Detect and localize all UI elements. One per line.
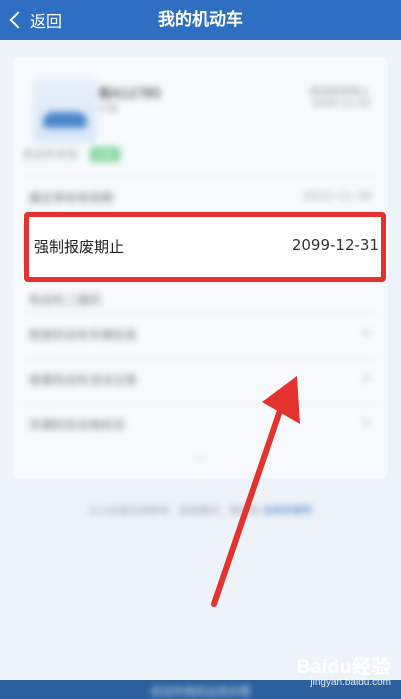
back-button[interactable]: 返回: [8, 0, 62, 40]
watermark-logo: Baidu经验: [296, 657, 391, 678]
row-label: 核查机动车车辆信息: [29, 328, 138, 342]
vehicle-type: 小型: [98, 104, 118, 115]
car-icon: [33, 78, 97, 142]
row-label: 最近审验有效期: [29, 191, 114, 205]
notice-text: 以上信息仅供参考，如有疑问，请咨询 当地车管所: [0, 502, 401, 517]
info-row-violations[interactable]: 查看机动车违法记录 >: [23, 358, 378, 399]
notice-body: 以上信息仅供参考，如有疑问，请咨询: [88, 506, 259, 517]
scrap-deadline-value: 2099-12-31: [291, 236, 379, 254]
chevron-right-icon: >: [361, 371, 372, 385]
row-label: 查看机动车违法记录: [29, 373, 138, 387]
info-row-inspection-mark[interactable]: 车辆检验合格标志 >: [23, 403, 378, 444]
scrap-deadline-row-highlighted[interactable]: 强制报废期止 2099-12-31: [24, 212, 386, 282]
row-label: 机动车二维码: [29, 293, 102, 307]
status-badge: 正常: [89, 147, 120, 162]
chevron-left-icon: [9, 11, 27, 29]
row-value: 2022-11-30: [302, 189, 372, 203]
top-nav-bar: 返回 我的机动车: [0, 0, 401, 40]
baidu-watermark: Baidu经验 jingyan.baidu.com: [297, 652, 391, 688]
chevron-right-icon: >: [361, 416, 372, 430]
vehicle-owner-label: 机动车所有人: [310, 87, 370, 98]
vehicle-status: 机动车状态 正常: [23, 146, 120, 162]
info-row-vehicle-check[interactable]: 核查机动车车辆信息 >: [23, 313, 378, 354]
scrap-deadline-label: 强制报废期止: [34, 238, 125, 256]
back-label: 返回: [30, 12, 63, 31]
expand-more-icon[interactable]: ﹀: [13, 453, 388, 470]
vehicle-date: 2020-11-20: [311, 98, 370, 109]
row-label: 车辆检验合格标志: [29, 418, 126, 432]
notice-link[interactable]: 当地车管所: [262, 506, 312, 517]
status-label: 机动车状态: [23, 148, 78, 161]
chevron-right-icon: >: [361, 326, 372, 340]
info-row-inspection[interactable]: 最近审验有效期 2022-11-30: [23, 176, 378, 217]
watermark-url: jingyan.baidu.com: [310, 677, 391, 688]
